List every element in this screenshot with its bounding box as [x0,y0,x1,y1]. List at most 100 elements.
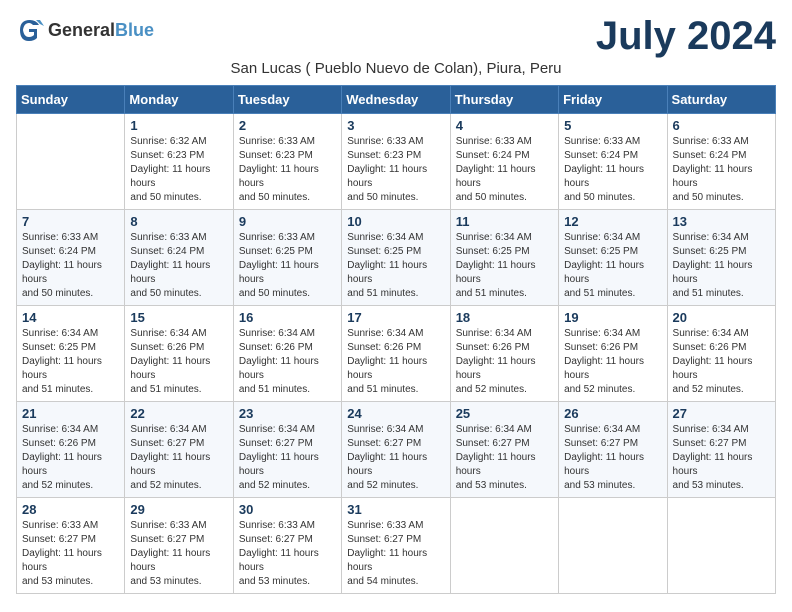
day-info: Sunrise: 6:34 AMSunset: 6:25 PMDaylight:… [22,327,119,397]
day-info: Sunrise: 6:33 AMSunset: 6:25 PMDaylight:… [239,231,336,301]
week-row-2: 7 Sunrise: 6:33 AMSunset: 6:24 PMDaylight… [17,210,776,306]
calendar-cell: 31 Sunrise: 6:33 AMSunset: 6:27 PMDayligh… [342,498,450,594]
day-number: 25 [456,406,553,421]
calendar-cell: 5 Sunrise: 6:33 AMSunset: 6:24 PMDaylight… [559,114,667,210]
calendar-cell: 6 Sunrise: 6:33 AMSunset: 6:24 PMDaylight… [667,114,775,210]
logo: GeneralBlue [16,16,154,44]
day-info: Sunrise: 6:33 AMSunset: 6:24 PMDaylight:… [22,231,119,301]
calendar-cell: 12 Sunrise: 6:34 AMSunset: 6:25 PMDayligh… [559,210,667,306]
calendar-table: SundayMondayTuesdayWednesdayThursdayFrid… [16,85,776,594]
day-info: Sunrise: 6:33 AMSunset: 6:24 PMDaylight:… [564,135,661,205]
day-number: 28 [22,502,119,517]
weekday-wednesday: Wednesday [342,86,450,114]
calendar-cell: 9 Sunrise: 6:33 AMSunset: 6:25 PMDaylight… [233,210,341,306]
day-number: 6 [673,118,770,133]
day-info: Sunrise: 6:33 AMSunset: 6:24 PMDaylight:… [456,135,553,205]
logo-icon [16,16,44,44]
day-info: Sunrise: 6:34 AMSunset: 6:27 PMDaylight:… [239,423,336,493]
day-number: 10 [347,214,444,229]
calendar-cell: 3Sunrise: 6:33 AMSunset: 6:23 PMDaylight… [342,114,450,210]
day-info: Sunrise: 6:34 AMSunset: 6:26 PMDaylight:… [564,327,661,397]
day-info: Sunrise: 6:33 AMSunset: 6:23 PMDaylight:… [239,135,336,205]
day-number: 17 [347,310,444,325]
header: GeneralBlue July 2024 [16,16,776,56]
calendar-cell: 29Sunrise: 6:33 AMSunset: 6:27 PMDayligh… [125,498,233,594]
day-info: Sunrise: 6:33 AMSunset: 6:24 PMDaylight:… [130,231,227,301]
day-number: 31 [347,502,444,517]
day-number: 15 [130,310,227,325]
day-number: 22 [130,406,227,421]
calendar-cell: 10 Sunrise: 6:34 AMSunset: 6:25 PMDayligh… [342,210,450,306]
week-row-5: 28 Sunrise: 6:33 AMSunset: 6:27 PMDayligh… [17,498,776,594]
day-info: Sunrise: 6:34 AMSunset: 6:26 PMDaylight:… [456,327,553,397]
day-info: Sunrise: 6:34 AMSunset: 6:27 PMDaylight:… [130,423,227,493]
day-info: Sunrise: 6:34 AMSunset: 6:26 PMDaylight:… [130,327,227,397]
day-number: 3 [347,118,444,133]
month-title: July 2024 [596,16,776,56]
week-row-4: 21Sunrise: 6:34 AMSunset: 6:26 PMDayligh… [17,402,776,498]
logo-general: General [48,20,115,40]
day-number: 26 [564,406,661,421]
calendar-cell: 8Sunrise: 6:33 AMSunset: 6:24 PMDaylight… [125,210,233,306]
day-number: 13 [673,214,770,229]
day-number: 24 [347,406,444,421]
day-info: Sunrise: 6:34 AMSunset: 6:26 PMDaylight:… [347,327,444,397]
calendar-cell: 15 Sunrise: 6:34 AMSunset: 6:26 PMDayligh… [125,306,233,402]
logo-blue: Blue [115,20,154,40]
day-number: 2 [239,118,336,133]
calendar-cell: 16 Sunrise: 6:34 AMSunset: 6:26 PMDayligh… [233,306,341,402]
calendar-cell: 23Sunrise: 6:34 AMSunset: 6:27 PMDayligh… [233,402,341,498]
weekday-friday: Friday [559,86,667,114]
day-number: 9 [239,214,336,229]
day-info: Sunrise: 6:34 AMSunset: 6:27 PMDaylight:… [564,423,661,493]
weekday-saturday: Saturday [667,86,775,114]
calendar-cell: 13 Sunrise: 6:34 AMSunset: 6:25 PMDayligh… [667,210,775,306]
day-number: 14 [22,310,119,325]
day-number: 7 [22,214,119,229]
weekday-tuesday: Tuesday [233,86,341,114]
calendar-cell: 14 Sunrise: 6:34 AMSunset: 6:25 PMDayligh… [17,306,125,402]
day-info: Sunrise: 6:32 AMSunset: 6:23 PMDaylight:… [130,135,227,205]
calendar-cell: 25Sunrise: 6:34 AMSunset: 6:27 PMDayligh… [450,402,558,498]
day-info: Sunrise: 6:33 AMSunset: 6:27 PMDaylight:… [239,519,336,589]
day-info: Sunrise: 6:34 AMSunset: 6:26 PMDaylight:… [239,327,336,397]
calendar-cell: 21Sunrise: 6:34 AMSunset: 6:26 PMDayligh… [17,402,125,498]
day-info: Sunrise: 6:34 AMSunset: 6:25 PMDaylight:… [673,231,770,301]
calendar-cell: 17 Sunrise: 6:34 AMSunset: 6:26 PMDayligh… [342,306,450,402]
calendar-cell [450,498,558,594]
day-number: 5 [564,118,661,133]
day-info: Sunrise: 6:34 AMSunset: 6:25 PMDaylight:… [347,231,444,301]
day-number: 1 [130,118,227,133]
calendar-cell: 30Sunrise: 6:33 AMSunset: 6:27 PMDayligh… [233,498,341,594]
calendar-cell: 20 Sunrise: 6:34 AMSunset: 6:26 PMDayligh… [667,306,775,402]
day-number: 12 [564,214,661,229]
logo-inner: GeneralBlue [16,16,154,44]
calendar-cell [559,498,667,594]
day-info: Sunrise: 6:34 AMSunset: 6:26 PMDaylight:… [673,327,770,397]
day-number: 16 [239,310,336,325]
day-number: 18 [456,310,553,325]
day-info: Sunrise: 6:33 AMSunset: 6:24 PMDaylight:… [673,135,770,205]
day-number: 19 [564,310,661,325]
calendar-cell: 18 Sunrise: 6:34 AMSunset: 6:26 PMDayligh… [450,306,558,402]
logo-text: GeneralBlue [48,20,154,41]
weekday-thursday: Thursday [450,86,558,114]
day-number: 27 [673,406,770,421]
weekday-header-row: SundayMondayTuesdayWednesdayThursdayFrid… [17,86,776,114]
calendar-cell: 24 Sunrise: 6:34 AMSunset: 6:27 PMDayligh… [342,402,450,498]
week-row-1: 1 Sunrise: 6:32 AMSunset: 6:23 PMDaylight… [17,114,776,210]
calendar-cell: 7 Sunrise: 6:33 AMSunset: 6:24 PMDaylight… [17,210,125,306]
day-info: Sunrise: 6:34 AMSunset: 6:27 PMDaylight:… [673,423,770,493]
day-info: Sunrise: 6:34 AMSunset: 6:27 PMDaylight:… [347,423,444,493]
week-row-3: 14 Sunrise: 6:34 AMSunset: 6:25 PMDayligh… [17,306,776,402]
day-info: Sunrise: 6:33 AMSunset: 6:27 PMDaylight:… [347,519,444,589]
calendar-cell: 1 Sunrise: 6:32 AMSunset: 6:23 PMDaylight… [125,114,233,210]
subtitle: San Lucas ( Pueblo Nuevo de Colan), Piur… [16,60,776,77]
calendar-cell [17,114,125,210]
weekday-sunday: Sunday [17,86,125,114]
day-info: Sunrise: 6:34 AMSunset: 6:25 PMDaylight:… [564,231,661,301]
day-info: Sunrise: 6:33 AMSunset: 6:27 PMDaylight:… [130,519,227,589]
day-number: 21 [22,406,119,421]
day-number: 20 [673,310,770,325]
calendar-cell: 27 Sunrise: 6:34 AMSunset: 6:27 PMDayligh… [667,402,775,498]
